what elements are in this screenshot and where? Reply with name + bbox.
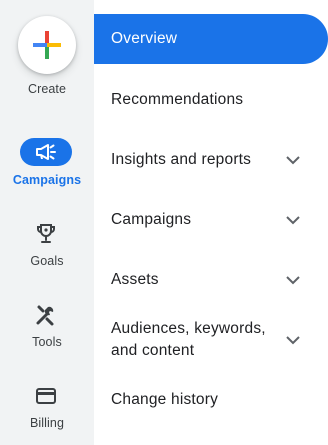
megaphone-icon: [36, 144, 56, 160]
chevron-down-icon: [286, 336, 300, 345]
menu-item-overview[interactable]: Overview: [94, 14, 328, 64]
plus-icon: [33, 31, 61, 59]
rail-label-goals[interactable]: Goals: [0, 254, 94, 268]
create-label: Create: [27, 82, 67, 96]
menu-item-label: Assets: [111, 271, 159, 288]
nav-rail: Create Campaigns Goals Tools Billing: [0, 0, 94, 445]
menu-item-change-history[interactable]: Change history: [94, 375, 328, 425]
create-button[interactable]: [18, 16, 76, 74]
trophy-icon[interactable]: [34, 222, 58, 246]
chevron-down-icon: [286, 156, 300, 165]
rail-label-billing[interactable]: Billing: [0, 416, 94, 430]
menu-item-recommendations[interactable]: Recommendations: [94, 75, 328, 125]
menu-item-label: Overview: [111, 30, 178, 47]
menu-item-campaigns[interactable]: Campaigns: [94, 195, 328, 245]
nav-menu: Overview Recommendations Insights and re…: [94, 0, 328, 445]
rail-label-campaigns[interactable]: Campaigns: [0, 173, 94, 187]
menu-item-assets[interactable]: Assets: [94, 255, 328, 305]
rail-item-campaigns[interactable]: [20, 138, 72, 166]
menu-item-audiences-keywords-content[interactable]: Audiences, keywords, and content: [94, 305, 328, 375]
chevron-down-icon: [286, 216, 300, 225]
menu-item-label: Campaigns: [111, 211, 192, 228]
rail-label-tools[interactable]: Tools: [0, 335, 94, 349]
menu-item-label: Change history: [111, 391, 219, 408]
menu-item-label: Audiences, keywords, and content: [111, 320, 266, 359]
menu-item-label: Insights and reports: [111, 151, 252, 168]
menu-item-label: Recommendations: [111, 91, 244, 108]
chevron-down-icon: [286, 276, 300, 285]
menu-item-insights-and-reports[interactable]: Insights and reports: [94, 135, 328, 185]
tools-icon[interactable]: [34, 303, 58, 327]
credit-card-icon[interactable]: [34, 384, 58, 408]
